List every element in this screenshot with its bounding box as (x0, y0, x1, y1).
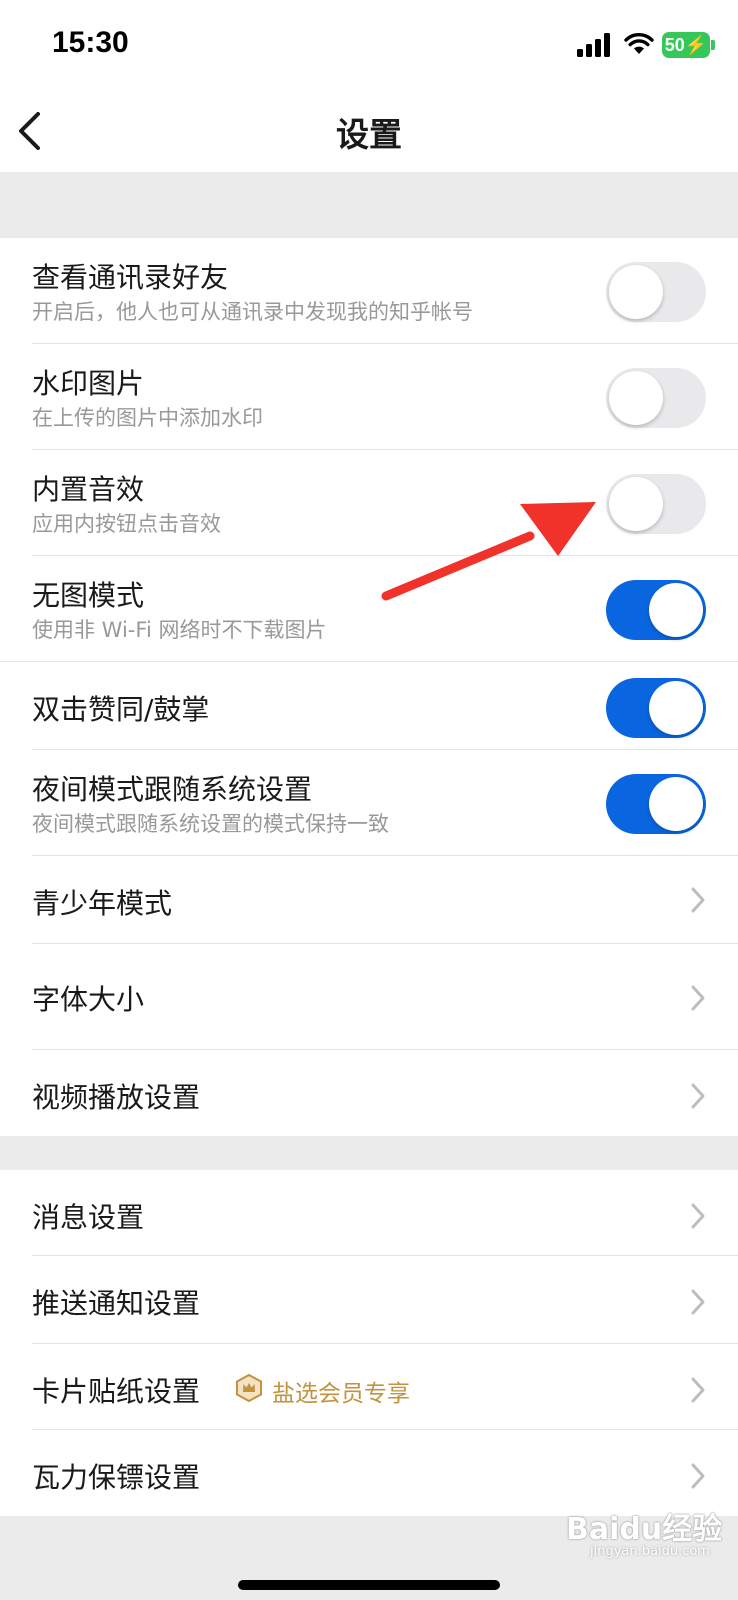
setting-contacts-friends: 查看通讯录好友 开启后，他人也可从通讯录中发现我的知乎帐号 (0, 238, 738, 344)
status-bar: 15:30 50⚡ (0, 0, 738, 90)
chevron-right-icon (691, 1463, 705, 1489)
row-title: 卡片贴纸设置 (32, 1375, 201, 1408)
row-title: 推送通知设置 (32, 1287, 201, 1320)
toggle-knob (609, 477, 663, 531)
toggle-knob (609, 265, 663, 319)
setting-font-size[interactable]: 字体大小 (0, 944, 738, 1050)
crown-badge-icon (236, 1374, 262, 1402)
toggle-double-tap-upvote[interactable] (606, 678, 706, 738)
setting-double-tap-upvote: 双击赞同/鼓掌 (0, 662, 738, 750)
row-title: 瓦力保镖设置 (32, 1461, 201, 1494)
row-subtitle: 开启后，他人也可从通讯录中发现我的知乎帐号 (32, 300, 473, 324)
setting-push-notifications[interactable]: 推送通知设置 (0, 1256, 738, 1344)
baidu-watermark: Baidu经验 (566, 1512, 723, 1547)
settings-group-1: 查看通讯录好友 开启后，他人也可从通讯录中发现我的知乎帐号 水印图片 在上传的图… (0, 238, 738, 1136)
row-title: 视频播放设置 (32, 1081, 201, 1114)
home-indicator[interactable] (238, 1580, 500, 1590)
row-title: 水印图片 (32, 367, 145, 400)
charging-bolt-icon: ⚡ (684, 35, 708, 55)
setting-messages[interactable]: 消息设置 (0, 1170, 738, 1256)
setting-builtin-sound: 内置音效 应用内按钮点击音效 (0, 450, 738, 556)
battery-cap (711, 40, 715, 50)
chevron-right-icon (691, 1083, 705, 1109)
toggle-knob (649, 583, 703, 637)
row-title: 内置音效 (32, 473, 145, 506)
battery-level: 50 (664, 35, 685, 55)
baidu-watermark-url: jingyan.baidu.com (590, 1544, 710, 1559)
row-title: 消息设置 (32, 1201, 145, 1234)
row-subtitle: 在上传的图片中添加水印 (32, 406, 263, 430)
row-title: 双击赞同/鼓掌 (32, 693, 210, 726)
chevron-right-icon (691, 1289, 705, 1315)
chevron-right-icon (691, 1203, 705, 1229)
vip-exclusive-badge: 盐选会员专享 (272, 1381, 410, 1407)
setting-no-image-mode: 无图模式 使用非 Wi-Fi 网络时不下载图片 (0, 556, 738, 662)
setting-card-stickers[interactable]: 卡片贴纸设置 盐选会员专享 (0, 1344, 738, 1430)
toggle-night-mode-follow-system[interactable] (606, 774, 706, 834)
toggle-no-image-mode[interactable] (606, 580, 706, 640)
toggle-contacts-friends[interactable] (606, 262, 706, 322)
setting-teen-mode[interactable]: 青少年模式 (0, 856, 738, 944)
chevron-right-icon (691, 985, 705, 1011)
row-title: 查看通讯录好友 (32, 261, 229, 294)
settings-group-2: 消息设置 推送通知设置 卡片贴纸设置 盐选会员专享 瓦力保镖设置 (0, 1170, 738, 1516)
toggle-watermark-image[interactable] (606, 368, 706, 428)
page-title: 设置 (336, 115, 402, 154)
signal-icon (577, 33, 610, 57)
row-title: 夜间模式跟随系统设置 (32, 773, 313, 806)
row-title: 字体大小 (32, 983, 145, 1016)
setting-watermark-image: 水印图片 在上传的图片中添加水印 (0, 344, 738, 450)
setting-video-playback[interactable]: 视频播放设置 (0, 1050, 738, 1136)
setting-night-mode-follow-system: 夜间模式跟随系统设置 夜间模式跟随系统设置的模式保持一致 (0, 750, 738, 856)
wifi-icon (624, 33, 654, 54)
chevron-right-icon (691, 1377, 705, 1403)
nav-bar: 设置 (0, 90, 738, 172)
row-subtitle: 夜间模式跟随系统设置的模式保持一致 (32, 812, 389, 836)
chevron-right-icon (691, 887, 705, 913)
toggle-knob (609, 371, 663, 425)
row-title: 无图模式 (32, 579, 145, 612)
red-arrow-annotation (381, 502, 596, 601)
toggle-knob (649, 777, 703, 831)
toggle-builtin-sound[interactable] (606, 474, 706, 534)
row-subtitle: 使用非 Wi-Fi 网络时不下载图片 (32, 618, 327, 642)
toggle-knob (649, 681, 703, 735)
battery-indicator: 50⚡ (662, 32, 710, 58)
status-time: 15:30 (52, 26, 129, 59)
row-subtitle: 应用内按钮点击音效 (32, 512, 221, 536)
row-title: 青少年模式 (32, 887, 173, 920)
